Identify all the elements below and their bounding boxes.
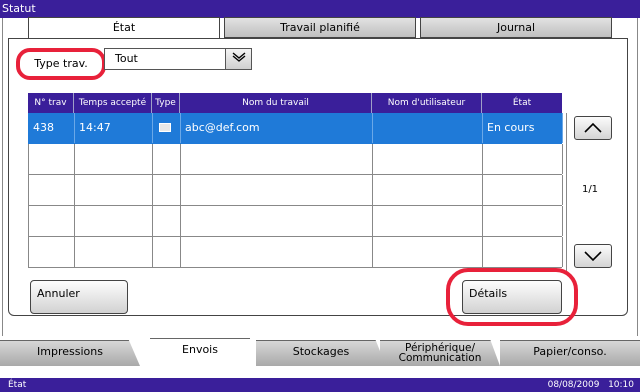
- table-row[interactable]: [28, 175, 563, 206]
- tab-travail-planifie[interactable]: Travail planifié: [224, 17, 416, 38]
- cell-user: [373, 113, 483, 143]
- status-time: 10:10: [608, 380, 634, 390]
- tab-stockages[interactable]: Stockages: [256, 340, 386, 366]
- tab-etat[interactable]: État: [28, 17, 220, 39]
- status-text: État: [8, 380, 27, 390]
- col-header-job-no: N° trav: [28, 93, 74, 113]
- cell-time: 14:47: [75, 113, 153, 143]
- col-header-job-name: Nom du travail: [180, 93, 372, 113]
- scroll-up-button[interactable]: [574, 116, 612, 140]
- cell-job-no: 438: [29, 113, 75, 143]
- status-bar: État 08/08/2009 10:10: [0, 366, 640, 392]
- table-row[interactable]: [28, 206, 563, 237]
- window-title: Statut: [0, 0, 640, 18]
- col-header-time: Temps accepté: [74, 93, 152, 113]
- details-button[interactable]: Détails: [462, 280, 562, 314]
- scroll-down-button[interactable]: [574, 244, 612, 268]
- job-type-select-value: Tout: [115, 52, 138, 65]
- bottom-tab-bar: Impressions Envois Stockages Périphériqu…: [0, 336, 640, 366]
- status-screen: Statut État Travail planifié Journal Typ…: [0, 0, 640, 392]
- tab-journal[interactable]: Journal: [420, 17, 612, 38]
- job-type-select[interactable]: Tout: [104, 48, 252, 70]
- tab-impressions[interactable]: Impressions: [0, 340, 140, 366]
- job-type-filter-label: Type trav.: [16, 48, 106, 80]
- cell-type: [153, 113, 181, 143]
- table-row[interactable]: 438 14:47 abc@def.com En cours: [28, 113, 563, 144]
- table-row[interactable]: [28, 237, 563, 268]
- clock: 08/08/2009 10:10: [548, 378, 634, 392]
- col-header-user: Nom d'utilisateur: [372, 93, 482, 113]
- status-date: 08/08/2009: [547, 380, 600, 390]
- chevron-down-icon: [584, 251, 602, 262]
- cell-state: En cours: [483, 113, 563, 143]
- cancel-button[interactable]: Annuler: [30, 280, 128, 314]
- table-row[interactable]: [28, 144, 563, 175]
- chevron-up-icon: [584, 122, 602, 133]
- col-header-type: Type: [152, 93, 180, 113]
- mail-icon: [159, 123, 171, 132]
- job-table-header: N° trav Temps accepté Type Nom du travai…: [28, 93, 562, 113]
- cell-job-name: abc@def.com: [181, 113, 373, 143]
- tab-envois[interactable]: Envois: [150, 338, 250, 366]
- tab-papier-conso[interactable]: Papier/conso.: [500, 340, 640, 366]
- chevron-down-icon[interactable]: [225, 49, 251, 69]
- tab-peripherique-communication[interactable]: Périphérique/ Communication: [380, 340, 500, 366]
- col-header-state: État: [512, 98, 532, 108]
- page-indicator: 1/1: [581, 184, 599, 195]
